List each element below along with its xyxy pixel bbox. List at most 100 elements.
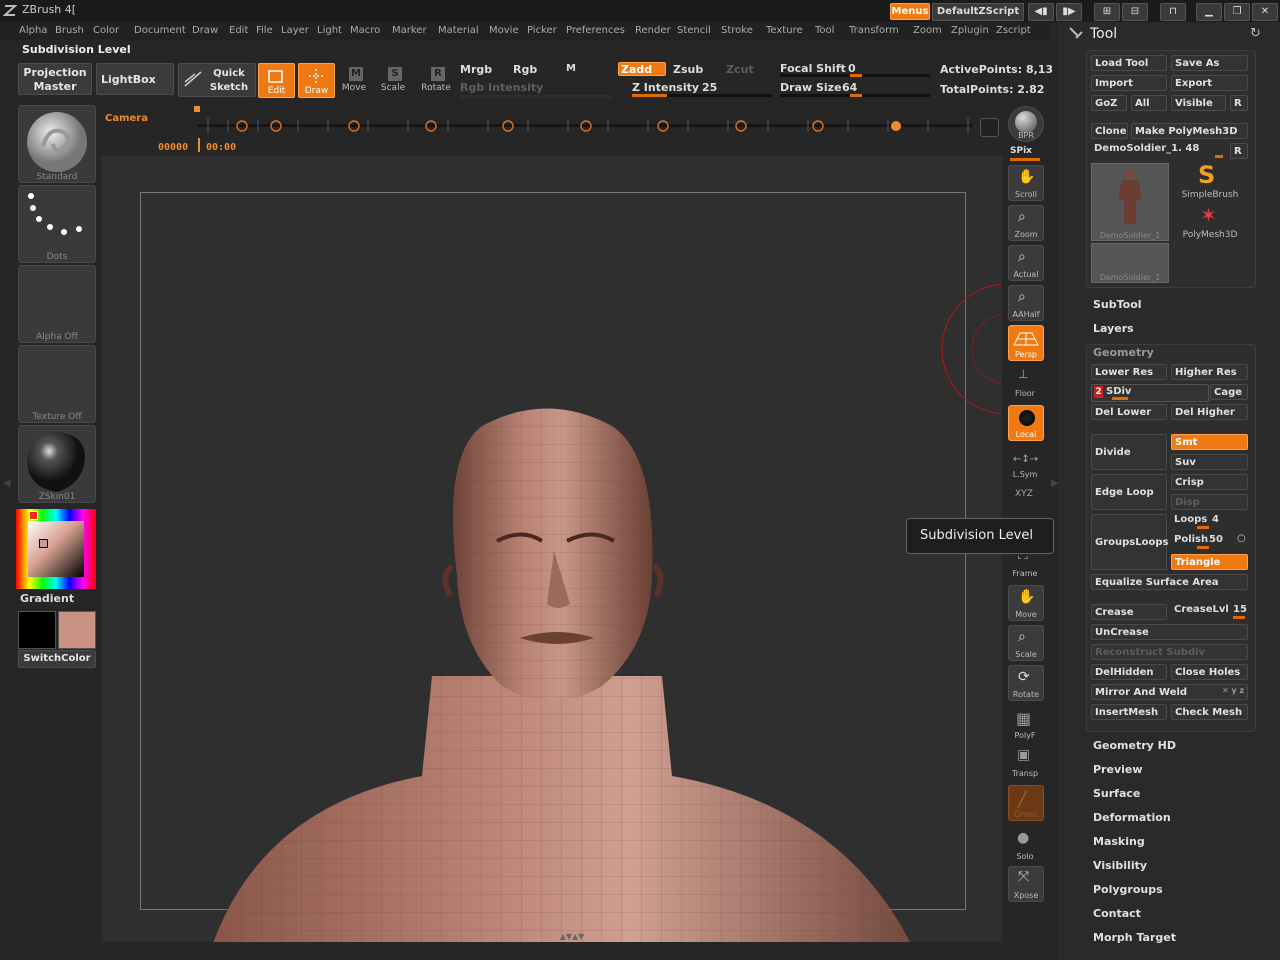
del-hidden-button[interactable]: DelHidden <box>1091 664 1167 680</box>
draw-mode-button[interactable]: Draw <box>298 63 335 98</box>
insert-mesh-button[interactable]: InsertMesh <box>1091 704 1167 720</box>
layers-section[interactable]: Layers <box>1093 322 1134 335</box>
gradient-toggle[interactable]: Gradient <box>20 592 74 605</box>
ghost-toggle[interactable]: ╱ Ghost <box>1008 785 1044 821</box>
menu-material[interactable]: Material <box>438 25 479 36</box>
ui-swap-icon[interactable]: ⊟ <box>1122 3 1148 21</box>
quick-sketch-button[interactable]: Quick Sketch <box>178 63 256 97</box>
move-view-button[interactable]: ✋ Move <box>1008 585 1044 621</box>
higher-res-button[interactable]: Higher Res <box>1171 364 1248 380</box>
sdiv-slider[interactable]: 2 SDiv <box>1091 384 1209 402</box>
menu-light[interactable]: Light <box>317 25 342 36</box>
load-tool-button[interactable]: Load Tool <box>1091 55 1167 71</box>
rotate-mode-button[interactable]: R Rotate <box>419 64 453 96</box>
canvas-scroll-arrows-icon[interactable]: ▲▼▲▼ <box>532 932 612 942</box>
focal-shift-slider[interactable]: Focal Shift 0 <box>780 62 930 78</box>
reconstruct-subdiv-button[interactable]: Reconstruct Subdiv <box>1091 644 1248 660</box>
lsym-toggle[interactable]: ←↕→ L.Sym <box>1008 450 1042 480</box>
lock-icon[interactable]: ⊓ <box>1160 3 1186 21</box>
menu-transform[interactable]: Transform <box>849 25 899 36</box>
equalize-surface-area-button[interactable]: Equalize Surface Area <box>1091 574 1248 590</box>
menu-stroke[interactable]: Stroke <box>721 25 753 36</box>
polish-slider[interactable]: Polish 50 ○ <box>1171 533 1248 550</box>
menu-preferences[interactable]: Preferences <box>566 25 625 36</box>
scroll-button[interactable]: ✋ Scroll <box>1008 165 1044 201</box>
lightbox-button[interactable]: LightBox <box>96 63 174 95</box>
main-color-swatch[interactable] <box>18 611 56 649</box>
del-higher-button[interactable]: Del Higher <box>1171 404 1248 420</box>
menus-toggle-button[interactable]: Menus <box>890 3 930 20</box>
xpose-toggle[interactable]: ⤧ Xpose <box>1008 866 1044 902</box>
uncrease-button[interactable]: UnCrease <box>1091 624 1248 640</box>
menu-draw[interactable]: Draw <box>192 25 218 36</box>
loops-slider[interactable]: Loops 4 <box>1171 513 1248 530</box>
disp-slider[interactable]: Disp <box>1171 494 1248 510</box>
menu-tool[interactable]: Tool <box>815 25 834 36</box>
timeline-options-button[interactable] <box>980 118 999 137</box>
zadd-toggle[interactable]: Zadd <box>618 62 666 76</box>
edit-mode-button[interactable]: Edit <box>258 63 295 98</box>
menu-brush[interactable]: Brush <box>55 25 84 36</box>
local-symmetry-toggle[interactable]: Local <box>1008 405 1044 441</box>
import-button[interactable]: Import <box>1091 75 1167 91</box>
zoom-button[interactable]: ⌕ Zoom <box>1008 205 1044 241</box>
projection-master-button[interactable]: Projection Master <box>18 63 92 95</box>
zsub-toggle[interactable]: Zsub <box>673 63 703 76</box>
goz-visible-button[interactable]: Visible <box>1171 95 1226 111</box>
suv-toggle[interactable]: Suv <box>1171 454 1248 470</box>
current-tool-slider[interactable]: DemoSoldier_1. 48 <box>1091 142 1227 158</box>
rotate-view-button[interactable]: ⟳ Rotate <box>1008 665 1044 701</box>
tool-thumb-demosoldier-2[interactable]: DemoSoldier_1 <box>1091 243 1169 283</box>
scale-mode-button[interactable]: S Scale <box>378 64 410 96</box>
minimize-icon[interactable]: ▁ <box>1196 3 1222 21</box>
xyz-rotation-toggle[interactable]: XYZ <box>1015 489 1033 499</box>
spix-slider[interactable]: SPix <box>1010 146 1032 156</box>
masking-section[interactable]: Masking <box>1093 835 1145 848</box>
color-saturation-square[interactable] <box>28 521 84 577</box>
geometry-header[interactable]: Geometry <box>1093 346 1154 359</box>
menu-document[interactable]: Document <box>134 25 186 36</box>
tool-r-button[interactable]: R <box>1230 143 1248 159</box>
draw-size-slider[interactable]: Draw Size 64 <box>780 81 930 97</box>
edge-loop-button[interactable]: Edge Loop <box>1091 474 1167 510</box>
menu-picker[interactable]: Picker <box>527 25 557 36</box>
menu-stencil[interactable]: Stencil <box>677 25 711 36</box>
perspective-toggle[interactable]: Persp <box>1008 325 1044 361</box>
crisp-toggle[interactable]: Crisp <box>1171 474 1248 490</box>
m-toggle[interactable]: M <box>566 63 576 74</box>
scale-view-button[interactable]: ⌕ Scale <box>1008 625 1044 661</box>
secondary-color-swatch[interactable] <box>58 611 96 649</box>
menu-movie[interactable]: Movie <box>489 25 519 36</box>
rgb-toggle[interactable]: Rgb <box>513 63 537 76</box>
actual-size-button[interactable]: ⌕ Actual <box>1008 245 1044 281</box>
document-canvas[interactable]: ▲▼▲▼ <box>102 156 1002 942</box>
surface-section[interactable]: Surface <box>1093 787 1140 800</box>
geometry-hd-section[interactable]: Geometry HD <box>1093 739 1176 752</box>
bpr-render-button[interactable]: BPR <box>1008 106 1044 142</box>
menu-file[interactable]: File <box>256 25 273 36</box>
make-polymesh3d-button[interactable]: Make PolyMesh3D <box>1131 123 1248 139</box>
switch-color-button[interactable]: SwitchColor <box>18 650 96 668</box>
morph-target-section[interactable]: Morph Target <box>1093 931 1176 944</box>
tool-thumb-simplebrush[interactable]: S SimpleBrush <box>1174 161 1246 200</box>
refresh-icon[interactable]: ↻ <box>1250 26 1261 41</box>
solo-toggle[interactable]: ● Solo <box>1008 828 1042 862</box>
menu-color[interactable]: Color <box>93 25 119 36</box>
crease-level-slider[interactable]: CreaseLvl 15 <box>1171 603 1248 620</box>
divide-button[interactable]: Divide <box>1091 434 1167 470</box>
tool-thumb-demosoldier[interactable]: DemoSoldier_1 <box>1091 163 1169 241</box>
zcut-toggle[interactable]: Zcut <box>726 63 754 76</box>
contact-section[interactable]: Contact <box>1093 907 1141 920</box>
tool-thumb-polymesh3d[interactable]: ✶ PolyMesh3D <box>1174 203 1246 240</box>
crease-button[interactable]: Crease <box>1091 604 1167 620</box>
close-holes-button[interactable]: Close Holes <box>1171 664 1248 680</box>
menu-marker[interactable]: Marker <box>392 25 427 36</box>
del-lower-button[interactable]: Del Lower <box>1091 404 1167 420</box>
mirror-and-weld-button[interactable]: Mirror And Weld ✕ y z <box>1091 684 1248 700</box>
aahalf-button[interactable]: ⌕ AAHalf <box>1008 285 1044 321</box>
save-as-button[interactable]: Save As <box>1171 55 1248 71</box>
polygroups-section[interactable]: Polygroups <box>1093 883 1163 896</box>
lower-res-button[interactable]: Lower Res <box>1091 364 1167 380</box>
clone-button[interactable]: Clone <box>1091 123 1128 139</box>
menu-macro[interactable]: Macro <box>350 25 380 36</box>
